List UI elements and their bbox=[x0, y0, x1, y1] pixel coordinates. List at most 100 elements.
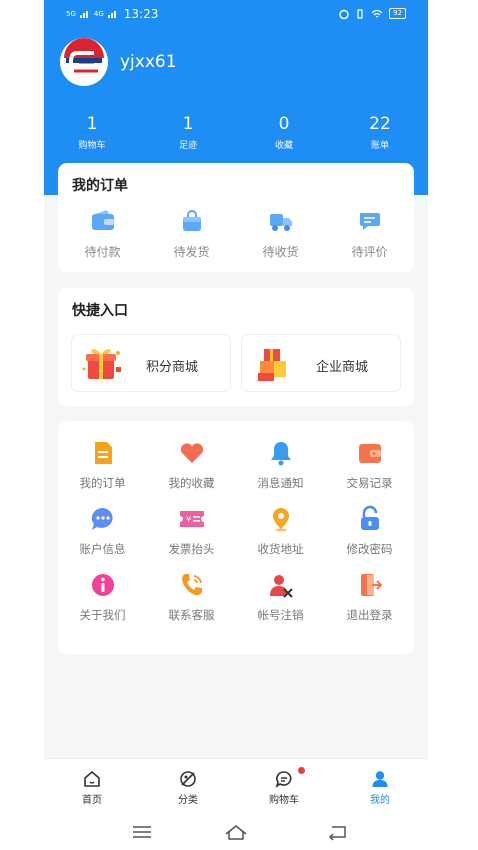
menu-contact-service[interactable]: 联系客服 bbox=[147, 571, 236, 623]
enterprise-mall-label: 企业商城 bbox=[316, 360, 369, 375]
boxes-icon bbox=[258, 349, 286, 381]
home-nav-icon[interactable] bbox=[224, 822, 248, 842]
stat-label: 收藏 bbox=[274, 141, 293, 151]
cart-badge-dot bbox=[298, 767, 305, 774]
status-bar: 5G 4G 13:23 92 bbox=[44, 0, 428, 30]
orders-card: 我的订单 待付款 待发货 待收货 待评价 bbox=[58, 163, 414, 272]
menu-lines-icon[interactable] bbox=[130, 822, 154, 842]
stat-bills[interactable]: 22 账单 bbox=[332, 112, 428, 151]
tab-label: 分类 bbox=[178, 795, 198, 806]
menu-my-favorites[interactable]: 我的收藏 bbox=[147, 439, 236, 491]
menu-change-password[interactable]: 修改密码 bbox=[325, 505, 414, 557]
services-grid: 我的订单 我的收藏 消息通知 交易记录 账户信息 ¥ 发票抬头 收货地址 修改密… bbox=[58, 439, 414, 623]
order-pending-shipment[interactable]: 待发货 bbox=[147, 209, 236, 260]
tab-cart[interactable]: 购物车 bbox=[236, 759, 332, 812]
system-nav-bar bbox=[44, 812, 428, 850]
menu-label: 关于我们 bbox=[79, 608, 126, 622]
status-time: 13:23 bbox=[123, 7, 159, 21]
menu-label: 我的订单 bbox=[79, 476, 126, 490]
order-label: 待付款 bbox=[84, 245, 121, 259]
menu-notifications[interactable]: 消息通知 bbox=[236, 439, 325, 491]
menu-label: 帐号注销 bbox=[257, 608, 304, 622]
phone-icon bbox=[181, 574, 202, 596]
enterprise-mall-button[interactable]: 企业商城 bbox=[241, 334, 401, 392]
stat-label: 购物车 bbox=[78, 141, 106, 151]
category-icon bbox=[180, 771, 196, 787]
menu-about-us[interactable]: 关于我们 bbox=[58, 571, 147, 623]
tab-mine[interactable]: 我的 bbox=[332, 759, 428, 812]
menu-label: 退出登录 bbox=[346, 608, 393, 622]
back-icon[interactable] bbox=[326, 822, 350, 842]
orders-title: 我的订单 bbox=[72, 178, 128, 194]
info-icon bbox=[91, 574, 114, 596]
stat-value: 1 bbox=[86, 114, 98, 134]
tab-home[interactable]: 首页 bbox=[44, 759, 140, 812]
wallet-icon bbox=[91, 210, 114, 230]
cart-chat-icon bbox=[275, 771, 292, 788]
menu-label: 收货地址 bbox=[257, 542, 304, 556]
tab-label: 购物车 bbox=[269, 795, 299, 806]
alarm-icon bbox=[339, 9, 349, 19]
bell-icon bbox=[270, 442, 291, 466]
menu-invoice-header[interactable]: ¥ 发票抬头 bbox=[147, 505, 236, 557]
menu-label: 账户信息 bbox=[79, 542, 126, 556]
user-remove-icon bbox=[269, 575, 293, 598]
wifi-icon bbox=[371, 9, 383, 17]
menu-label: 我的收藏 bbox=[168, 476, 215, 490]
truck-icon bbox=[269, 214, 292, 231]
bottom-tab-bar: 首页 分类 购物车 我的 bbox=[44, 758, 428, 812]
points-mall-label: 积分商城 bbox=[146, 360, 199, 375]
network-indicator: 5G bbox=[66, 10, 76, 18]
order-label: 待发货 bbox=[173, 245, 210, 259]
tab-category[interactable]: 分类 bbox=[140, 759, 236, 812]
stat-footprint[interactable]: 1 足迹 bbox=[140, 112, 236, 151]
menu-label: 交易记录 bbox=[346, 476, 393, 490]
stat-cart[interactable]: 1 购物车 bbox=[44, 112, 140, 151]
tab-label: 首页 bbox=[82, 795, 102, 806]
location-pin-icon bbox=[272, 508, 289, 532]
menu-label: 联系客服 bbox=[168, 608, 215, 622]
avatar[interactable] bbox=[60, 38, 108, 86]
exit-icon bbox=[360, 574, 382, 596]
bag-icon bbox=[182, 210, 201, 231]
document-icon bbox=[94, 442, 112, 464]
app-logo-icon bbox=[60, 38, 108, 86]
chat-bubble-icon bbox=[91, 507, 113, 530]
app-screen: 5G 4G 13:23 92 yjxx61 1 购物车 1 足迹 0 收藏 22… bbox=[44, 0, 428, 850]
menu-deregister-account[interactable]: 帐号注销 bbox=[236, 571, 325, 623]
svg-text:¥: ¥ bbox=[186, 515, 191, 524]
stat-value: 1 bbox=[182, 114, 194, 134]
battery-indicator: 92 bbox=[389, 8, 406, 19]
wallet-record-icon bbox=[358, 444, 381, 463]
order-pending-payment[interactable]: 待付款 bbox=[58, 209, 147, 260]
points-mall-button[interactable]: 积分商城 bbox=[71, 334, 231, 392]
menu-my-orders[interactable]: 我的订单 bbox=[58, 439, 147, 491]
home-icon bbox=[84, 771, 100, 787]
heart-icon bbox=[180, 443, 203, 463]
services-card: 我的订单 我的收藏 消息通知 交易记录 账户信息 ¥ 发票抬头 收货地址 修改密… bbox=[58, 421, 414, 654]
order-pending-receipt[interactable]: 待收货 bbox=[236, 209, 325, 260]
invoice-icon: ¥ bbox=[179, 511, 204, 527]
vibrate-icon bbox=[357, 8, 363, 19]
menu-transactions[interactable]: 交易记录 bbox=[325, 439, 414, 491]
comment-icon bbox=[359, 213, 380, 230]
menu-account-info[interactable]: 账户信息 bbox=[58, 505, 147, 557]
stats-row: 1 购物车 1 足迹 0 收藏 22 账单 bbox=[44, 112, 428, 151]
network-indicator-2: 4G bbox=[93, 10, 104, 18]
signal-icon-2 bbox=[107, 11, 116, 18]
quick-entry-card: 快捷入口 积分商城 企业商城 bbox=[58, 288, 414, 406]
tab-label: 我的 bbox=[370, 795, 390, 806]
order-pending-review[interactable]: 待评价 bbox=[325, 209, 414, 260]
quick-entry-title: 快捷入口 bbox=[72, 303, 128, 319]
username[interactable]: yjxx61 bbox=[120, 52, 177, 72]
menu-shipping-address[interactable]: 收货地址 bbox=[236, 505, 325, 557]
profile-icon bbox=[372, 771, 388, 787]
gift-box-icon bbox=[82, 349, 121, 379]
stat-favorites[interactable]: 0 收藏 bbox=[236, 112, 332, 151]
stat-value: 0 bbox=[278, 114, 290, 134]
order-status-row: 待付款 待发货 待收货 待评价 bbox=[58, 209, 414, 260]
menu-label: 消息通知 bbox=[257, 476, 304, 490]
menu-logout[interactable]: 退出登录 bbox=[325, 571, 414, 623]
lock-icon bbox=[360, 505, 379, 530]
order-label: 待评价 bbox=[351, 245, 388, 259]
